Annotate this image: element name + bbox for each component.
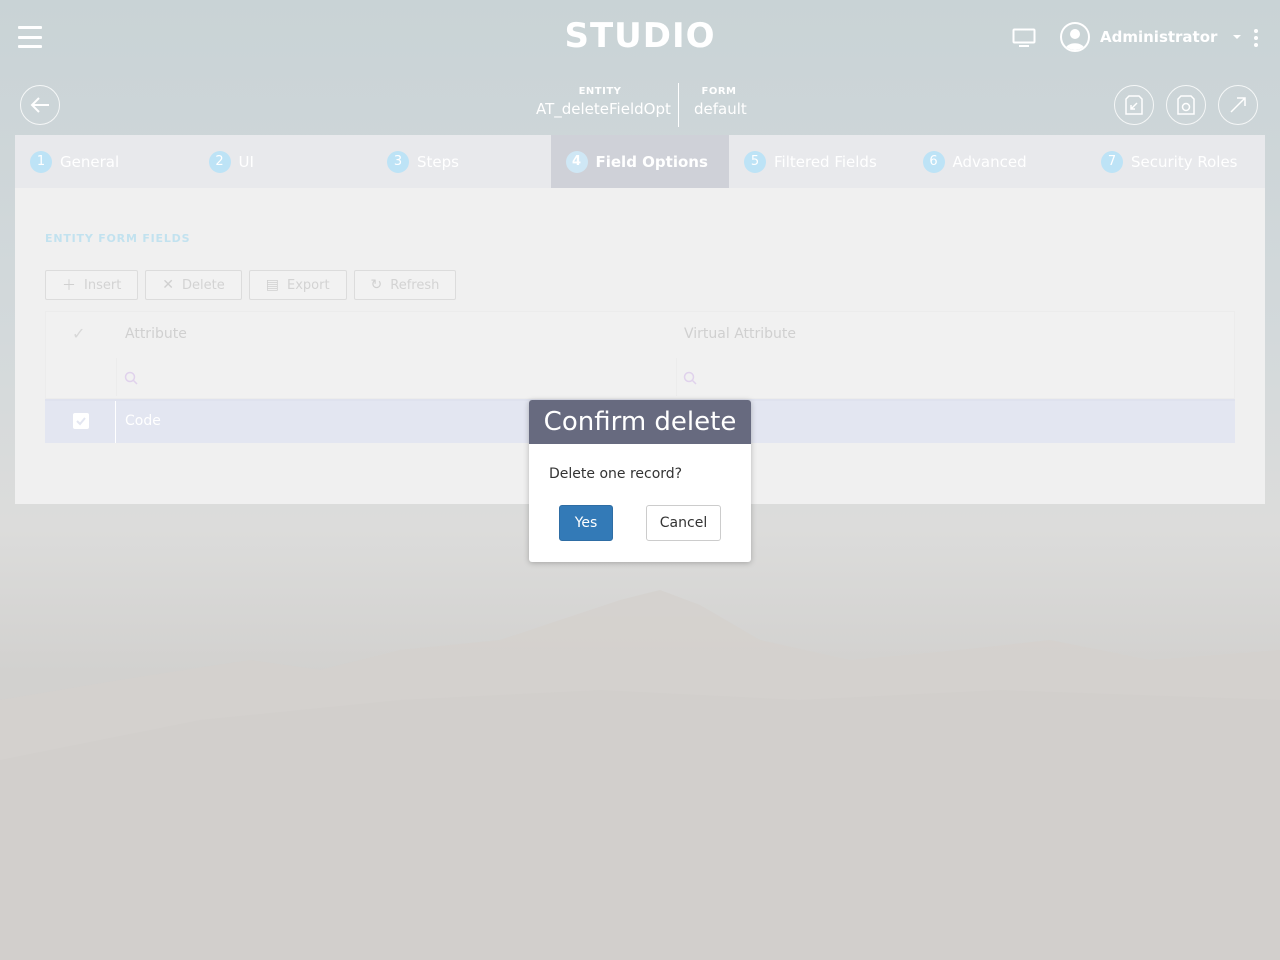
confirm-delete-dialog: Confirm delete Delete one record? Yes Ca… [529,400,751,562]
search-icon[interactable] [683,370,697,389]
tab-ui[interactable]: 2 UI [194,135,373,188]
tab-label: General [60,152,120,171]
form-label: FORM [701,86,737,97]
tab-label: Field Options [595,152,708,171]
user-name: Administrator [1100,28,1218,46]
tab-filtered-fields[interactable]: 5 Filtered Fields [729,135,908,188]
delete-button[interactable]: ✕ Delete [145,270,242,300]
divider [678,83,679,127]
form-value: default [694,100,747,118]
sync-button[interactable] [1166,85,1206,125]
tab-field-options[interactable]: 4 Field Options [550,135,729,188]
refresh-icon: ↻ [370,277,383,293]
divider [676,358,677,396]
cancel-button[interactable]: Cancel [646,505,721,541]
entity-form-info: ENTITY AT_deleteFieldOpt FORM default [0,83,1280,130]
wizard-tabs: 1 General 2 UI 3 Steps 4 Field Options 5 Filt… [15,135,1265,188]
file-icon: ▤ [265,277,279,293]
sync-icon [1177,95,1195,115]
grid-filter-row [45,356,1235,399]
close-icon: ✕ [162,277,175,293]
dialog-message: Delete one record? [549,466,683,482]
divider [116,358,117,396]
entity-label: ENTITY [578,86,622,97]
arrow-up-right-icon [1230,97,1246,113]
chevron-down-icon [1233,35,1242,39]
step-number: 7 [1101,150,1123,173]
search-icon[interactable] [124,370,138,389]
step-number: 4 [565,150,588,173]
user-menu[interactable]: Administrator [1060,22,1242,52]
delete-label: Delete [182,277,225,293]
step-number: 2 [208,150,231,173]
checkmark-icon [76,417,86,426]
yes-button[interactable]: Yes [559,505,613,541]
refresh-label: Refresh [390,277,440,293]
import-button[interactable] [1114,85,1154,125]
row-checkbox[interactable] [73,413,89,429]
more-options-icon[interactable] [1254,29,1258,47]
monitor-icon[interactable] [1012,28,1036,52]
tab-security-roles[interactable]: 7 Security Roles [1086,135,1265,188]
step-number: 6 [922,150,945,173]
open-external-button[interactable] [1218,85,1258,125]
tab-label: Security Roles [1131,152,1238,171]
grid-header: ✓ Attribute Virtual Attribute [45,311,1235,356]
tab-general[interactable]: 1 General [15,135,194,188]
step-number: 1 [30,150,52,173]
tab-steps[interactable]: 3 Steps [372,135,551,188]
cell-attribute: Code [125,413,161,429]
tab-advanced[interactable]: 6 Advanced [908,135,1087,188]
avatar [1060,22,1090,52]
column-header-virtual-attribute[interactable]: Virtual Attribute [684,326,796,342]
tab-label: UI [238,152,254,171]
export-button[interactable]: ▤ Export [248,270,347,300]
column-header-attribute[interactable]: Attribute [125,326,187,342]
dialog-title: Confirm delete [529,400,751,444]
grid-toolbar: ＋ Insert ✕ Delete ▤ Export ↻ Refresh [45,270,457,300]
step-number: 5 [744,150,766,173]
tab-label: Steps [417,152,459,171]
insert-button[interactable]: ＋ Insert [45,270,139,300]
plus-icon: ＋ [62,278,76,294]
insert-label: Insert [84,277,122,293]
tab-label: Filtered Fields [774,152,877,171]
select-all-checkbox[interactable]: ✓ [72,324,85,343]
refresh-button[interactable]: ↻ Refresh [353,270,457,300]
export-label: Export [286,277,330,293]
section-title: ENTITY FORM FIELDS [45,232,191,245]
tab-label: Advanced [952,152,1027,171]
step-number: 3 [387,150,409,173]
divider [115,401,116,443]
import-icon [1125,95,1143,115]
entity-value: AT_deleteFieldOpt [536,100,671,118]
